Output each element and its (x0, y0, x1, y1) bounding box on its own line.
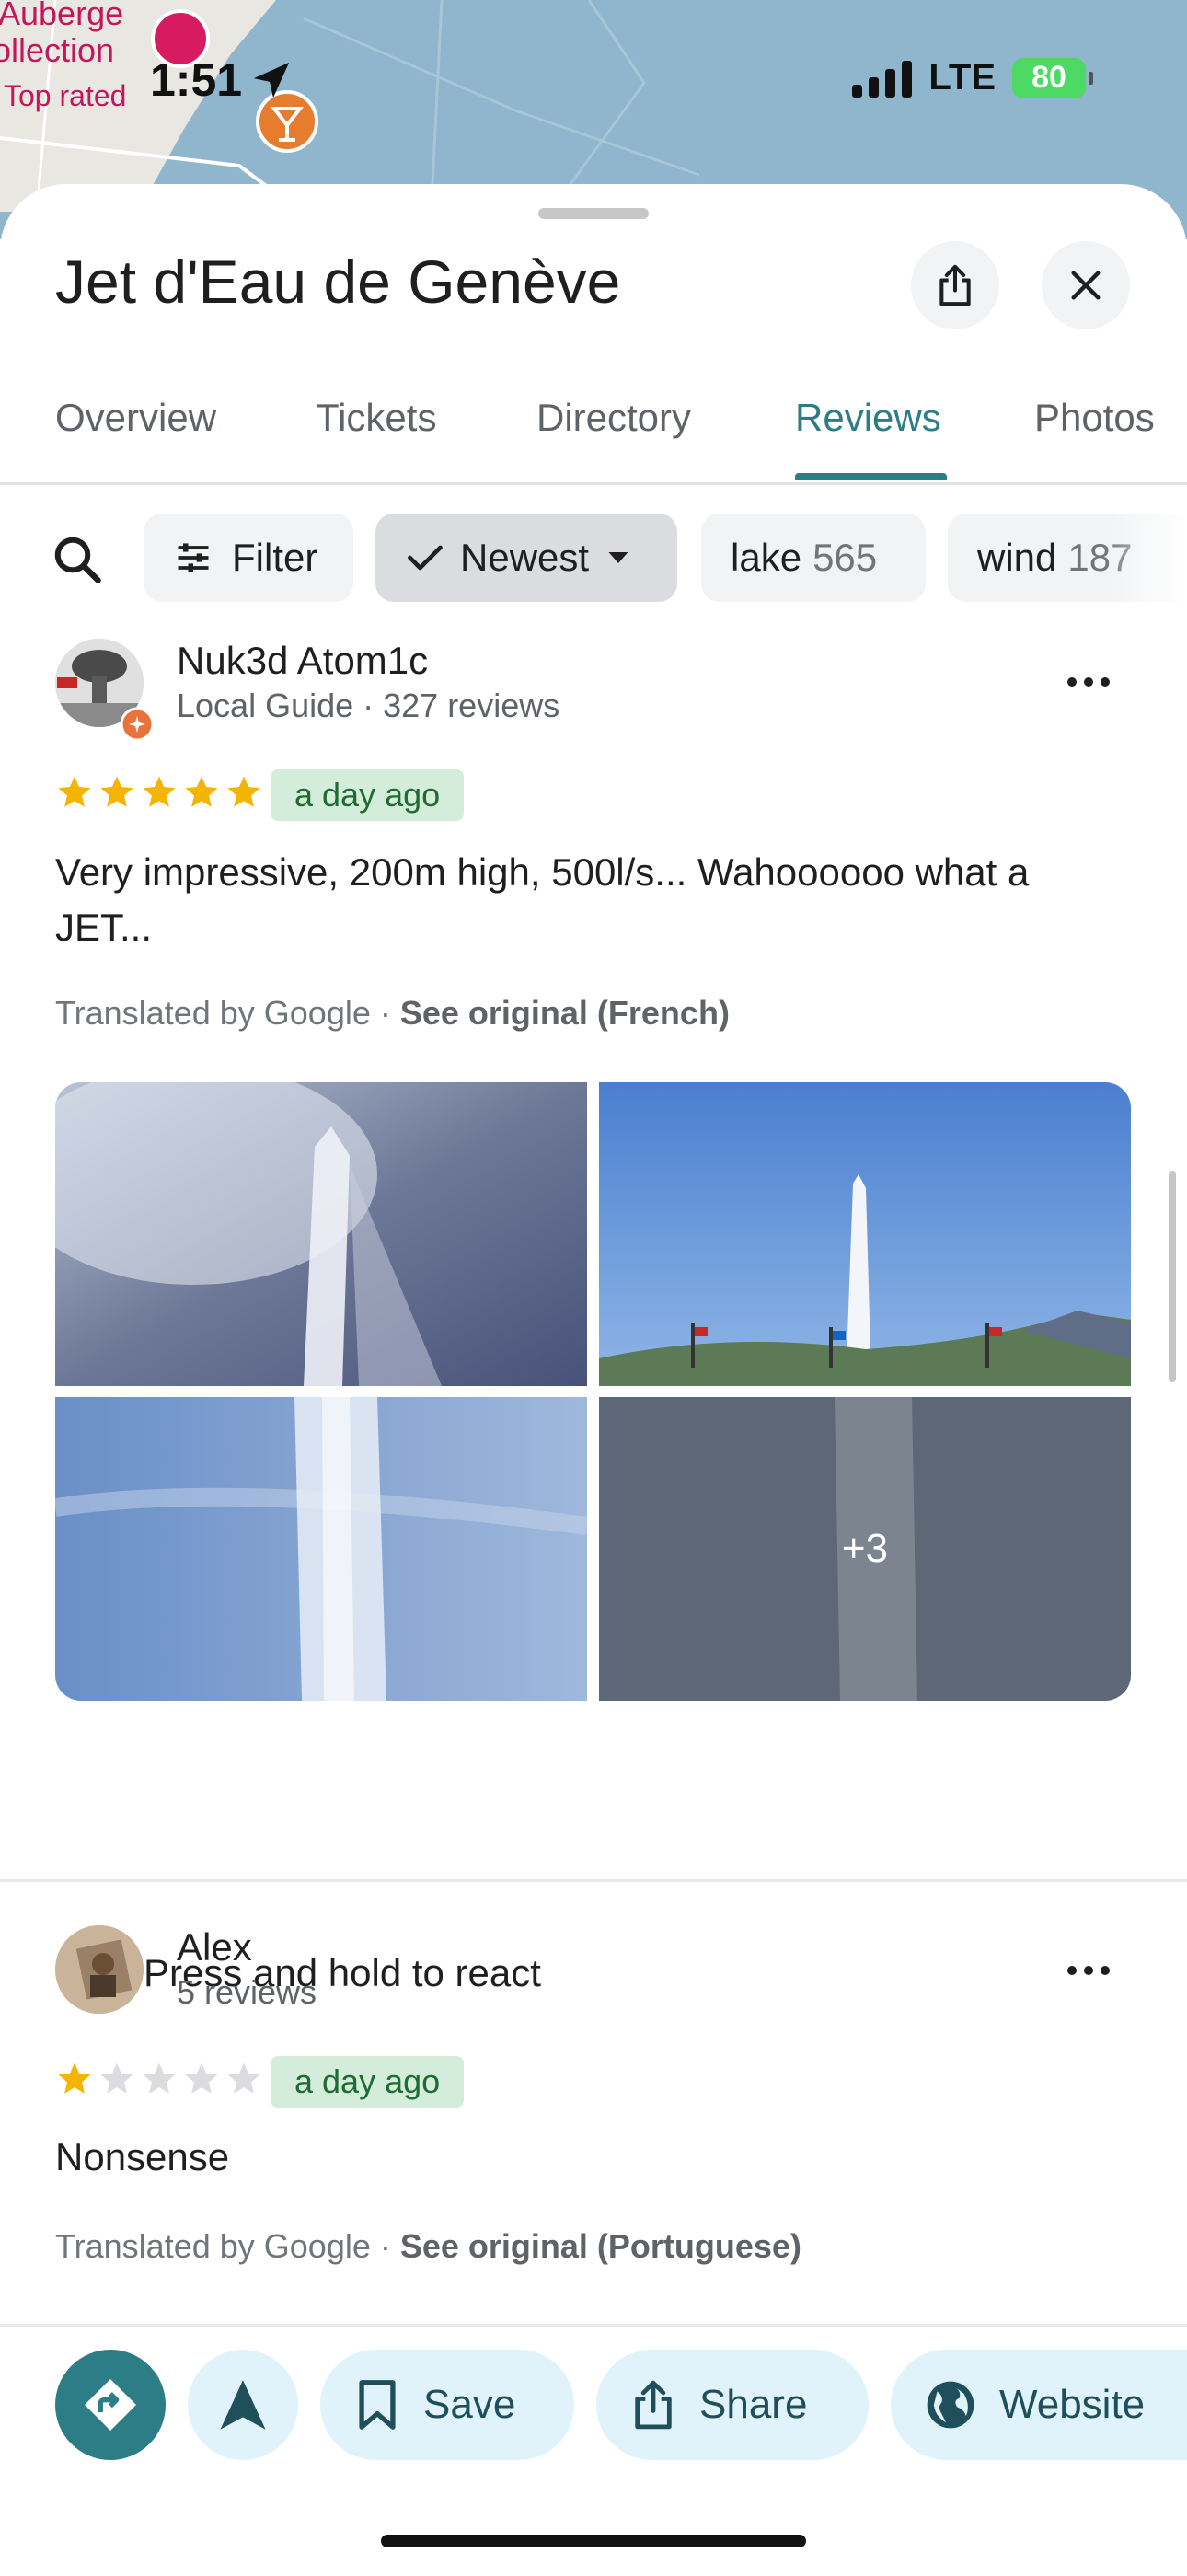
battery-level: 80 (1031, 60, 1066, 95)
review-filter-chips: Filter Newest lake 565 wind 187 (0, 514, 1187, 606)
avatar[interactable] (55, 1925, 144, 2014)
status-indicators: LTE 80 (852, 57, 1093, 98)
topic-chip-count: 565 (812, 536, 878, 579)
star-filled-icon (58, 776, 91, 807)
check-icon (408, 545, 443, 571)
review-more-button[interactable] (1067, 1966, 1110, 1975)
tab-overview[interactable]: Overview (55, 396, 216, 440)
topic-chip-label: wind (977, 536, 1057, 579)
star-filled-icon (185, 776, 218, 807)
fountain-photo-2 (599, 1082, 1131, 1386)
more-photos-count: +3 (841, 1526, 889, 1571)
sort-newest-chip[interactable]: Newest (375, 514, 677, 602)
map-label-auberge: Auberge (0, 0, 124, 32)
star-empty-icon (185, 2062, 218, 2094)
search-reviews-button[interactable] (50, 532, 105, 592)
review-more-button[interactable] (1067, 677, 1110, 687)
tab-photos[interactable]: Photos (1034, 396, 1155, 440)
share-label: Share (699, 2382, 808, 2427)
close-icon (1071, 271, 1101, 300)
review-divider (0, 1879, 1187, 1882)
globe-icon (927, 2381, 974, 2429)
sort-chip-label: Newest (460, 536, 590, 579)
save-button[interactable]: Save (320, 2350, 574, 2460)
place-title: Jet d'Eau de Genève (55, 248, 621, 316)
website-button[interactable]: Website (891, 2350, 1187, 2460)
battery-icon: 80 (1012, 57, 1093, 98)
fountain-photo-1 (55, 1082, 587, 1386)
directions-icon (85, 2379, 136, 2431)
map-label-collection: ollection (0, 31, 115, 69)
chip-scroll-fade (1104, 514, 1187, 606)
tab-directory[interactable]: Directory (536, 396, 691, 440)
review-photo[interactable] (599, 1082, 1131, 1386)
navigation-arrow-icon (220, 2380, 266, 2430)
star-rating (55, 773, 263, 812)
reviewer-name[interactable]: Nuk3d Atom1c (177, 639, 428, 683)
share-place-button[interactable] (911, 241, 999, 329)
review-date-badge: a day ago (271, 769, 465, 821)
star-rating (55, 2060, 263, 2098)
topic-chip-lake[interactable]: lake 565 (701, 514, 926, 602)
place-sheet: Jet d'Eau de Genève Overview Tickets Dir… (0, 184, 1187, 2573)
review-date-badge: a day ago (271, 2056, 465, 2108)
local-guide-badge-icon (120, 707, 155, 742)
translation-note: Translated by Google · See original (Por… (55, 2227, 801, 2266)
star-filled-icon (58, 2062, 91, 2094)
star-filled-icon (100, 776, 133, 807)
filter-chip[interactable]: Filter (144, 514, 353, 602)
review-photo[interactable] (55, 1397, 587, 1701)
topic-chip-label: lake (731, 536, 802, 579)
review-text: Very impressive, 200m high, 500l/s... Wa… (55, 850, 1030, 949)
tab-tickets[interactable]: Tickets (316, 396, 436, 440)
chevron-down-icon (608, 552, 628, 563)
tab-bar: Overview Tickets Directory Reviews Photo… (0, 377, 1187, 485)
cellular-signal-icon (852, 59, 913, 98)
translation-note: Translated by Google · See original (Fre… (55, 994, 730, 1033)
save-label: Save (423, 2382, 516, 2427)
reviewer-name[interactable]: Alex (177, 1925, 252, 1970)
scrollbar[interactable] (1169, 1171, 1176, 1382)
location-arrow-icon (253, 62, 290, 98)
see-original-link[interactable]: See original (Portuguese) (400, 2227, 801, 2265)
map-label-top-rated: Top rated (4, 79, 127, 112)
star-filled-icon (143, 776, 176, 807)
close-button[interactable] (1042, 241, 1130, 329)
star-empty-icon (143, 2062, 176, 2094)
star-filled-icon (227, 776, 260, 807)
translated-by: Translated by Google · (55, 994, 400, 1032)
more-photos-tile[interactable]: +3 (599, 1397, 1131, 1701)
star-empty-icon (100, 2062, 133, 2094)
home-indicator[interactable] (381, 2535, 806, 2547)
share-icon (635, 2380, 672, 2430)
status-time: 1:51 (150, 54, 243, 106)
directions-button[interactable] (55, 2350, 166, 2460)
star-empty-icon (227, 2062, 260, 2094)
review-photo[interactable] (55, 1082, 587, 1386)
see-original-link[interactable]: See original (French) (400, 994, 730, 1032)
start-navigation-button[interactable] (188, 2350, 298, 2460)
filter-sliders-icon (178, 543, 209, 572)
share-icon (939, 264, 971, 306)
tab-reviews[interactable]: Reviews (795, 396, 941, 440)
translated-by: Translated by Google · (55, 2227, 400, 2265)
review-text: Nonsense (55, 2135, 230, 2178)
bookmark-icon (359, 2380, 396, 2430)
website-label: Website (999, 2382, 1146, 2427)
active-tab-indicator (795, 473, 947, 480)
reviewer-meta: Local Guide · 327 reviews (177, 687, 560, 724)
drag-handle[interactable] (538, 208, 649, 219)
filter-chip-label: Filter (232, 536, 318, 579)
avatar-image (55, 1925, 144, 2014)
reviewer-meta: 5 reviews (177, 1973, 317, 2011)
share-button[interactable]: Share (596, 2350, 869, 2460)
search-icon (54, 537, 101, 583)
fountain-photo-3 (55, 1397, 587, 1701)
network-type: LTE (928, 57, 996, 98)
